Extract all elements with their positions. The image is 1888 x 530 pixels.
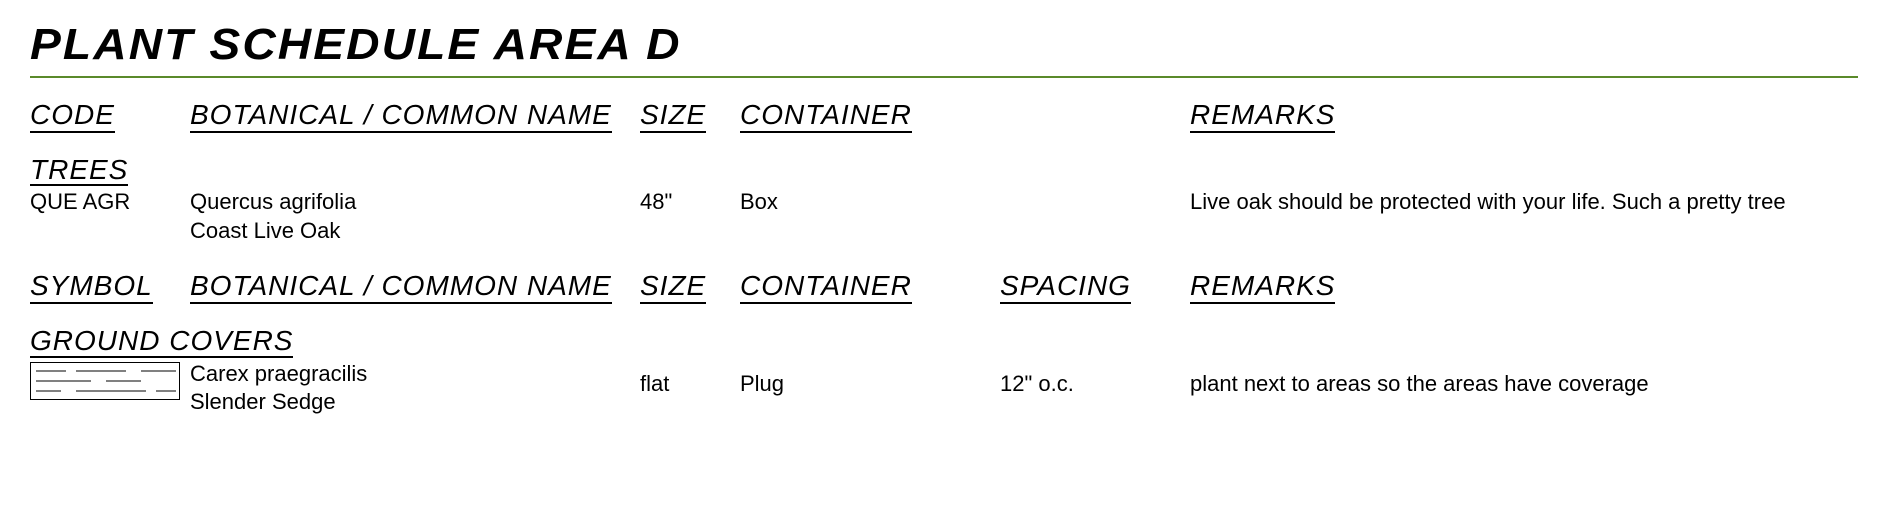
ground-container: Plug (740, 360, 1000, 399)
ground-size: flat (640, 360, 740, 399)
title-rule (30, 76, 1858, 78)
tree-size: 48" (640, 188, 740, 217)
tree-code: QUE AGR (30, 188, 190, 217)
header-remarks-2: REMARKS (1190, 271, 1335, 304)
section-ground-covers: GROUND COVERS (30, 326, 293, 357)
header-symbol: SYMBOL (30, 271, 153, 304)
tree-remarks: Live oak should be protected with your l… (1190, 188, 1810, 217)
ground-symbol-icon (30, 362, 180, 400)
ground-remarks: plant next to areas so the areas have co… (1190, 360, 1810, 399)
ground-botanical: Carex praegracilis (190, 360, 640, 389)
header-size-2: SIZE (640, 271, 706, 304)
section-trees: TREES (30, 155, 128, 186)
header-size: SIZE (640, 100, 706, 133)
page-title: PLANT SCHEDULE AREA D (30, 20, 1888, 70)
tree-container: Box (740, 188, 1190, 217)
ground-row: Carex praegracilis Slender Sedge flat Pl… (30, 360, 1858, 417)
header-name-2: BOTANICAL / COMMON NAME (190, 271, 612, 304)
header-container: CONTAINER (740, 100, 912, 133)
ground-common: Slender Sedge (190, 388, 640, 417)
tree-row: QUE AGR Quercus agrifolia Coast Live Oak… (30, 188, 1858, 245)
tree-botanical: Quercus agrifolia (190, 188, 640, 217)
header-code: CODE (30, 100, 115, 133)
ground-spacing: 12" o.c. (1000, 360, 1190, 399)
header-row-1: CODE BOTANICAL / COMMON NAME SIZE CONTAI… (30, 100, 1858, 133)
header-container-2: CONTAINER (740, 271, 912, 304)
header-row-2: SYMBOL BOTANICAL / COMMON NAME SIZE CONT… (30, 271, 1858, 304)
tree-common: Coast Live Oak (190, 217, 640, 246)
header-remarks: REMARKS (1190, 100, 1335, 133)
header-spacing: SPACING (1000, 271, 1131, 304)
header-name: BOTANICAL / COMMON NAME (190, 100, 612, 133)
